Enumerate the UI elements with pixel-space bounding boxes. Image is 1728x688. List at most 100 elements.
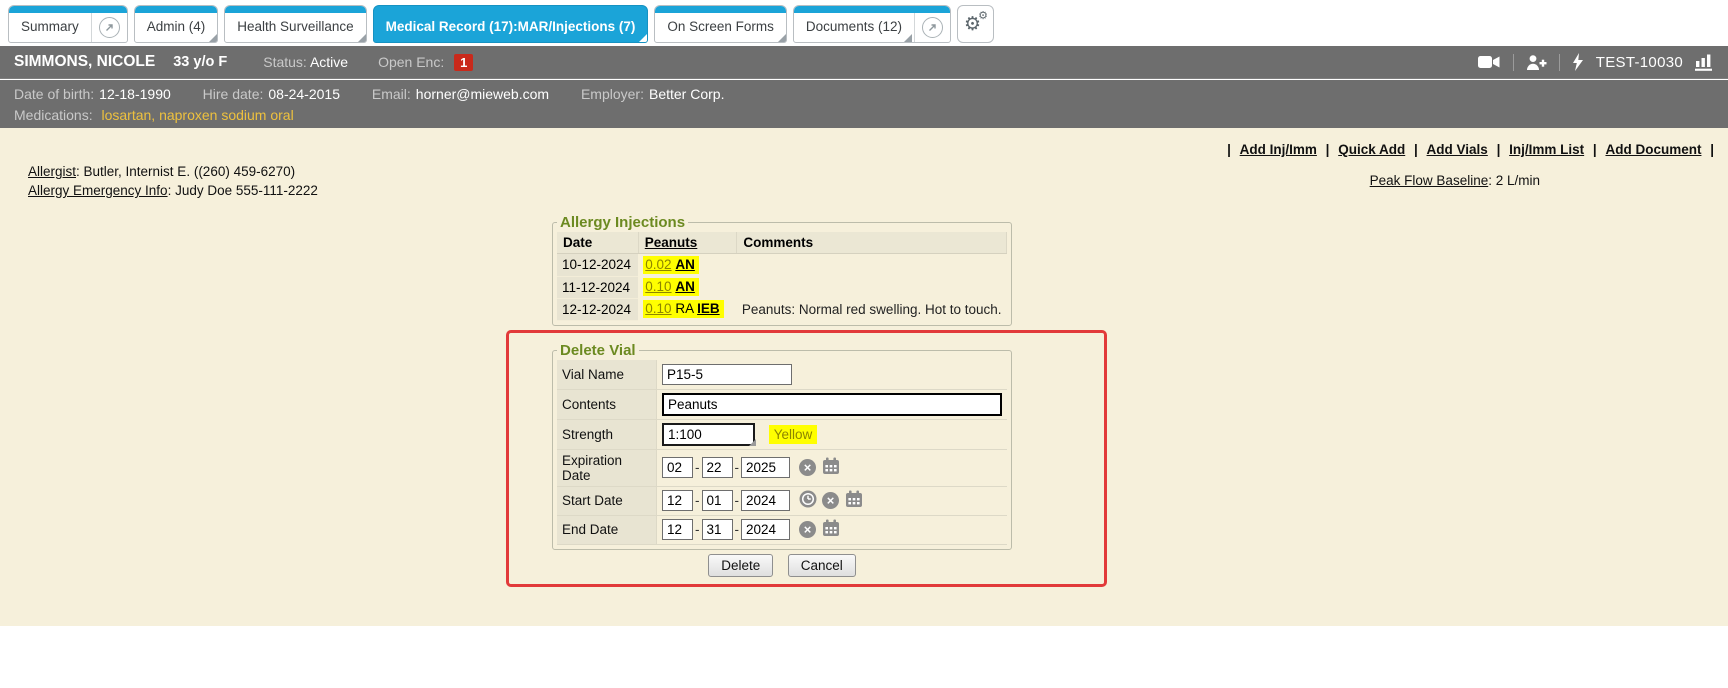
vial-name-cell <box>657 360 1008 389</box>
end-date-label: End Date <box>557 515 657 544</box>
demographics-line-1: Date of birth:12-18-1990 Hire date:08-24… <box>14 84 1714 105</box>
tab-admin[interactable]: Admin (4) <box>134 5 219 43</box>
end-year-input[interactable] <box>741 519 790 540</box>
flowsheet-chart-icon[interactable] <box>1695 53 1714 71</box>
start-date-cell: -- <box>657 486 1008 515</box>
calendar-icon[interactable] <box>822 463 840 478</box>
strength-input[interactable] <box>662 423 755 446</box>
popout-icon <box>99 17 120 38</box>
patient-name: SIMMONS, NICOLE <box>14 53 155 71</box>
clear-date-icon[interactable] <box>799 521 816 538</box>
resize-handle-icon[interactable] <box>749 439 756 446</box>
divider <box>1559 54 1560 71</box>
dose-link[interactable]: 0.10 <box>645 279 671 294</box>
dose-highlight: 0.10 AN <box>643 278 699 296</box>
hire-date: Hire date:08-24-2015 <box>203 86 340 102</box>
contents-label: Contents <box>557 389 657 419</box>
contents-input[interactable] <box>662 393 1002 416</box>
clear-date-icon[interactable] <box>822 492 839 509</box>
open-enc-badge[interactable]: 1 <box>454 54 473 71</box>
cancel-button[interactable]: Cancel <box>788 554 856 577</box>
chevron-fold-icon <box>209 34 217 42</box>
strength-color-note: Yellow <box>769 425 818 444</box>
start-date-row: Start Date -- <box>557 486 1007 515</box>
tab-bar: Summary Admin (4) Health Surveillance Me… <box>0 0 1728 46</box>
tab-medical-record-label: Medical Record (17):MAR/Injections (7) <box>374 6 648 42</box>
dose-link[interactable]: 0.10 <box>645 301 671 316</box>
patient-age-sex: 33 y/o F <box>173 54 227 70</box>
tab-on-screen-forms[interactable]: On Screen Forms <box>654 5 787 43</box>
date-separator: - <box>695 493 700 508</box>
expiration-month-input[interactable] <box>662 457 693 478</box>
lightning-bolt-icon[interactable] <box>1572 53 1584 71</box>
peak-flow-link[interactable]: Peak Flow Baseline <box>1370 173 1489 188</box>
patient-status: Status: Active <box>263 54 348 70</box>
link-add-inj-imm[interactable]: Add Inj/Imm <box>1240 142 1317 157</box>
calendar-icon[interactable] <box>845 496 863 511</box>
separator: | <box>1497 142 1501 157</box>
chevron-fold-icon <box>639 34 647 42</box>
open-enc-label: Open Enc: <box>378 54 444 70</box>
medications-links[interactable]: losartan, naproxen sodium oral <box>101 107 293 123</box>
start-year-input[interactable] <box>741 490 790 511</box>
reaction-code-link[interactable]: IEB <box>697 301 720 316</box>
peak-flow-value: : 2 L/min <box>1488 173 1540 188</box>
end-month-input[interactable] <box>662 519 693 540</box>
patient-id: TEST-10030 <box>1596 54 1683 71</box>
form-buttons: Delete Cancel <box>552 554 1012 577</box>
col-peanuts[interactable]: Peanuts <box>638 232 737 254</box>
date-separator: - <box>735 522 740 537</box>
link-quick-add[interactable]: Quick Add <box>1338 142 1405 157</box>
tab-summary[interactable]: Summary <box>8 5 128 43</box>
strength-row: Strength Yellow <box>557 419 1007 449</box>
vial-name-row: Vial Name <box>557 360 1007 389</box>
delete-vial-fieldset: Delete Vial Vial Name Contents Strength … <box>552 342 1012 550</box>
vial-name-label: Vial Name <box>557 360 657 389</box>
delete-button[interactable]: Delete <box>708 554 773 577</box>
settings-gear-icon[interactable] <box>957 5 994 43</box>
video-camera-icon[interactable] <box>1478 54 1501 70</box>
chevron-fold-icon <box>778 34 786 42</box>
start-day-input[interactable] <box>702 490 733 511</box>
date-separator: - <box>695 522 700 537</box>
dob: Date of birth:12-18-1990 <box>14 86 171 102</box>
clear-date-icon[interactable] <box>799 459 816 476</box>
delete-vial-title: Delete Vial <box>557 342 639 359</box>
injection-date: 11-12-2024 <box>557 276 638 298</box>
expiration-day-input[interactable] <box>702 457 733 478</box>
start-month-input[interactable] <box>662 490 693 511</box>
separator: | <box>1593 142 1597 157</box>
injection-comment <box>737 276 1007 298</box>
table-row: 12-12-2024 0.10 RA IEB Peanuts: Normal r… <box>557 298 1007 320</box>
calendar-icon[interactable] <box>822 525 840 540</box>
allergy-emergency-link[interactable]: Allergy Emergency Info <box>28 183 168 198</box>
vial-name-input[interactable] <box>662 364 792 385</box>
delete-vial-form: Vial Name Contents Strength Yellow Ex <box>557 360 1007 545</box>
end-date-row: End Date - - <box>557 515 1007 544</box>
tab-health-surveillance[interactable]: Health Surveillance <box>224 5 366 43</box>
tab-accent-strip <box>655 6 786 13</box>
tab-documents[interactable]: Documents (12) <box>793 5 951 43</box>
link-inj-imm-list[interactable]: Inj/Imm List <box>1509 142 1584 157</box>
table-row: 11-12-2024 0.10 AN <box>557 276 1007 298</box>
link-add-vials[interactable]: Add Vials <box>1427 142 1488 157</box>
demographics-line-2: Medications: losartan, naproxen sodium o… <box>14 105 1714 126</box>
date-separator: - <box>735 493 740 508</box>
reaction-code-link[interactable]: AN <box>675 279 695 294</box>
employer: Employer:Better Corp. <box>581 86 725 102</box>
link-add-document[interactable]: Add Document <box>1605 142 1701 157</box>
chevron-fold-icon <box>904 34 912 42</box>
reaction-code-link[interactable]: AN <box>675 257 695 272</box>
allergist-link[interactable]: Allergist <box>28 164 76 179</box>
allergy-injections-fieldset: Allergy Injections Date Peanuts Comments… <box>552 214 1012 326</box>
dose-link[interactable]: 0.02 <box>645 257 671 272</box>
clock-icon[interactable] <box>799 496 817 511</box>
hire-label: Hire date: <box>203 86 264 102</box>
peanuts-column-link[interactable]: Peanuts <box>645 235 698 250</box>
col-comments: Comments <box>737 232 1007 254</box>
end-day-input[interactable] <box>702 519 733 540</box>
tab-medical-record-active[interactable]: Medical Record (17):MAR/Injections (7) <box>373 5 649 43</box>
separator: | <box>1326 142 1330 157</box>
add-person-icon[interactable] <box>1526 54 1547 71</box>
expiration-year-input[interactable] <box>741 457 790 478</box>
